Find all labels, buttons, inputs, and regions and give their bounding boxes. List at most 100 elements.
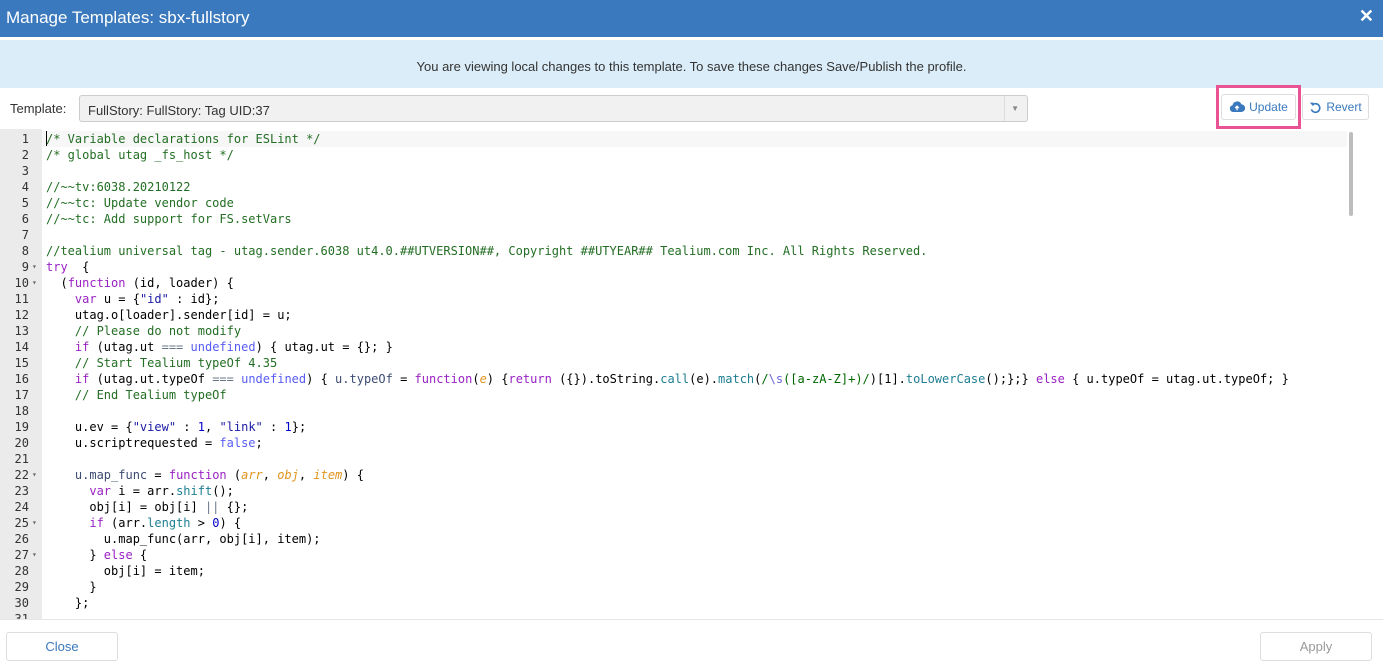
code-text: utag.o[loader].sender[id] = u;	[46, 307, 292, 323]
code-text: } else {	[46, 547, 147, 563]
update-button-label: Update	[1249, 100, 1288, 114]
code-token: // End Tealium typeOf	[74, 388, 227, 402]
code-editor[interactable]: 1 /* Variable declarations for ESLint */ 2…	[0, 129, 1383, 619]
code-text: try {	[46, 259, 89, 275]
line-number: 19	[14, 420, 29, 434]
line-number: 17	[14, 388, 29, 402]
code-token: ([a-zA-Z]+)/	[783, 372, 870, 386]
code-token: i = arr.	[111, 484, 177, 498]
code-text: //~~tc: Add support for FS.setVars	[46, 211, 292, 227]
fold-toggle-icon[interactable]: ▾	[32, 275, 37, 291]
apply-button[interactable]: Apply	[1260, 632, 1372, 661]
code-token: u = {	[96, 292, 140, 306]
code-token: length	[147, 516, 191, 530]
code-token: shift	[176, 484, 213, 498]
code-token: else	[1035, 372, 1065, 386]
code-token: =	[392, 372, 415, 386]
code-token: ) {	[342, 468, 364, 482]
code-token: u.scriptrequested =	[46, 436, 220, 450]
code-token: u.map_func	[74, 468, 148, 482]
code-text: obj[i] = item;	[46, 563, 205, 579]
line-number: 10	[14, 276, 29, 290]
code-text: /* global utag _fs_host */	[46, 147, 234, 163]
code-token: false	[219, 436, 256, 450]
code-text: if (arr.length > 0) {	[46, 515, 241, 531]
code-token: 1	[197, 420, 205, 434]
line-number: 13	[14, 324, 29, 338]
code-token: (e).	[689, 372, 719, 386]
code-token: :	[176, 420, 198, 434]
line-number: 21	[14, 452, 29, 466]
code-token: ({}).toString.	[551, 372, 661, 386]
line-number: 23	[14, 484, 29, 498]
line-number: 9	[21, 260, 29, 274]
code-token: //~~tc: Add support for FS.setVars	[46, 212, 292, 226]
code-token: ) {	[486, 372, 509, 386]
line-number: 20	[14, 436, 29, 450]
code-token: /* Variable declarations for ESLint */	[46, 132, 321, 146]
line-number: 30	[14, 596, 29, 610]
template-select[interactable]: FullStory: FullStory: Tag UID:37 ▼	[79, 95, 1028, 122]
code-token: //~~tc: Update vendor code	[46, 196, 234, 210]
code-text: u.scriptrequested = false;	[46, 435, 263, 451]
code-token: }	[46, 580, 97, 594]
line-number: 14	[14, 340, 29, 354]
line-number: 2	[21, 148, 29, 162]
code-token: obj	[277, 468, 299, 482]
code-token: var	[89, 484, 112, 498]
line-number: 25	[14, 516, 29, 530]
local-changes-banner: You are viewing local changes to this te…	[0, 40, 1383, 88]
editor-scrollbar-thumb[interactable]	[1349, 132, 1353, 216]
code-token: =	[147, 468, 169, 482]
line-number: 18	[14, 404, 29, 418]
line-number: 22	[14, 468, 29, 482]
code-token: (id, loader) {	[125, 276, 234, 290]
code-token: utag.o[loader].sender[id] = u;	[46, 308, 292, 322]
template-select-value: FullStory: FullStory: Tag UID:37	[88, 103, 270, 118]
code-token: ||	[204, 500, 220, 514]
code-text: var u = {"id" : id};	[46, 291, 220, 307]
code-text: }	[46, 579, 97, 595]
code-text: obj[i] = obj[i] || {};	[46, 499, 248, 515]
code-token: return	[508, 372, 552, 386]
code-token: ();	[212, 484, 234, 498]
code-text: //~~tc: Update vendor code	[46, 195, 234, 211]
revert-button-label: Revert	[1326, 100, 1362, 114]
code-text: if (utag.ut.typeOf === undefined) { u.ty…	[46, 371, 1289, 387]
dialog-title-bar: Manage Templates: sbx-fullstory ✕	[0, 0, 1383, 37]
code-token: ;	[255, 436, 263, 450]
code-token: if	[74, 372, 90, 386]
line-number: 28	[14, 564, 29, 578]
close-button[interactable]: Close	[6, 632, 118, 661]
line-number: 1	[21, 132, 29, 146]
code-token: (	[46, 276, 68, 290]
fold-toggle-icon[interactable]: ▾	[32, 547, 37, 563]
revert-button[interactable]: Revert	[1302, 94, 1369, 120]
code-text: // Start Tealium typeOf 4.35	[46, 355, 277, 371]
code-token: //~~tv:6038.20210122	[46, 180, 191, 194]
code-text: //~~tv:6038.20210122	[46, 179, 191, 195]
line-number: 31	[14, 612, 29, 619]
code-text: u.map_func = function (arr, obj, item) {	[46, 467, 364, 483]
fold-toggle-icon[interactable]: ▾	[32, 515, 37, 531]
code-token: ,	[298, 468, 314, 482]
fold-toggle-icon[interactable]: ▾	[32, 467, 37, 483]
dialog-footer: Close Apply	[0, 619, 1383, 669]
code-token: if	[89, 516, 104, 530]
update-button[interactable]: Update	[1221, 94, 1296, 120]
code-token: function	[168, 468, 227, 482]
close-icon[interactable]: ✕	[1359, 6, 1374, 27]
line-number: 12	[14, 308, 29, 322]
fold-toggle-icon[interactable]: ▾	[32, 259, 37, 275]
code-token: if	[74, 340, 90, 354]
template-select-toggle[interactable]: ▼	[1004, 96, 1027, 121]
code-token: else	[103, 548, 133, 562]
